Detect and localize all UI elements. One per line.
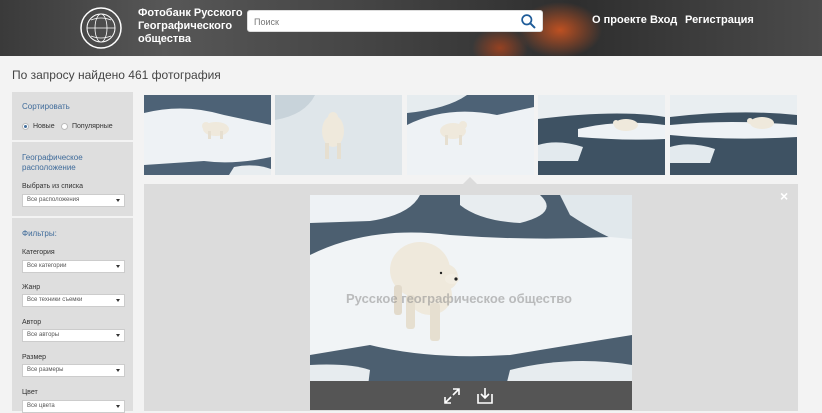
sort-title: Сортировать [22, 102, 70, 111]
filter-category-value: Все категории [27, 263, 67, 269]
filter-author-select[interactable]: Все авторы [22, 329, 125, 342]
download-icon[interactable] [475, 386, 495, 406]
filter-genre-value: Все техники съемки [27, 297, 83, 303]
chevron-down-icon [116, 334, 120, 337]
chevron-down-icon [116, 265, 120, 268]
search-input[interactable] [254, 14, 504, 29]
geo-select[interactable]: Все расположения [22, 194, 125, 207]
watermark: Русское географическое общество [346, 291, 573, 306]
filter-author-value: Все авторы [27, 332, 60, 338]
sort-new-label[interactable]: Новые [33, 123, 55, 130]
filter-size-value: Все размеры [27, 367, 64, 373]
nav-about[interactable]: О проекте [592, 14, 647, 26]
result-count: По запросу найдено 461 фотография [12, 68, 221, 82]
sort-popular-label[interactable]: Популярные [72, 123, 113, 130]
brand-line-1: Фотобанк Русского [138, 7, 243, 19]
site-header: Фотобанк Русского Географического общест… [0, 0, 822, 56]
sort-new-radio[interactable] [22, 123, 29, 130]
filter-author-label: Автор [22, 319, 42, 326]
filter-color-value: Все цвета [27, 403, 55, 409]
filter-color-select[interactable]: Все цвета [22, 400, 125, 413]
filters-title: Фильтры: [22, 229, 57, 238]
chevron-down-icon [116, 369, 120, 372]
brand-line-3: общества [138, 33, 192, 45]
filter-category-select[interactable]: Все категории [22, 260, 125, 273]
brand-line-2: Географического [138, 20, 233, 32]
geo-select-value: Все расположения [27, 197, 80, 203]
nav-login[interactable]: Вход [650, 14, 677, 26]
thumbnail-1[interactable] [144, 95, 271, 175]
close-icon[interactable]: × [780, 188, 788, 204]
filter-sidebar: Сортировать Новые Популярные Географичес… [12, 92, 133, 413]
sort-popular-radio[interactable] [61, 123, 68, 130]
thumbnail-2[interactable] [275, 95, 402, 175]
expand-icon[interactable] [442, 386, 462, 406]
thumbnail-4[interactable] [538, 95, 665, 175]
preview-toolbar [310, 381, 632, 410]
brand-title[interactable]: Фотобанк Русского Географического общест… [138, 7, 243, 46]
filter-genre-label: Жанр [22, 284, 41, 291]
filter-color-label: Цвет [22, 389, 38, 396]
geo-label: Выбрать из списка [22, 183, 84, 190]
filter-genre-select[interactable]: Все техники съемки [22, 294, 125, 307]
thumbnail-3[interactable] [407, 95, 534, 175]
filter-category-label: Категория [22, 249, 55, 256]
thumbnail-5[interactable] [670, 95, 797, 175]
chevron-down-icon [116, 199, 120, 202]
preview-pointer [463, 177, 477, 184]
filter-size-label: Размер [22, 354, 47, 361]
geo-title: Географическое расположение [22, 153, 83, 172]
search-icon[interactable] [520, 13, 537, 30]
rgo-logo[interactable] [71, 6, 131, 50]
chevron-down-icon [116, 405, 120, 408]
search-box [247, 10, 543, 32]
filter-size-select[interactable]: Все размеры [22, 364, 125, 377]
divider [12, 216, 133, 218]
divider [12, 140, 133, 142]
chevron-down-icon [116, 299, 120, 302]
nav-register[interactable]: Регистрация [685, 14, 754, 26]
